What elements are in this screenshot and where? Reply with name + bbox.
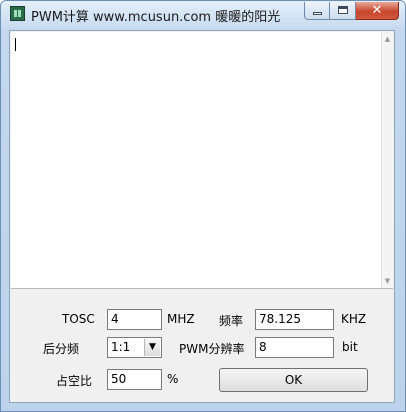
ok-button[interactable]: OK bbox=[219, 368, 368, 392]
frequency-label: 频率 bbox=[219, 314, 244, 328]
minimize-button[interactable] bbox=[304, 2, 330, 20]
duty-cycle-input[interactable]: 50 bbox=[107, 369, 162, 390]
scroll-down-icon[interactable]: ▼ bbox=[382, 274, 393, 288]
app-window: PWM计算 www.mcusun.com 暖暖的阳光 ✕ ▲ ▼ TOSC 4 … bbox=[0, 0, 406, 412]
maximize-button[interactable] bbox=[330, 2, 356, 20]
pwm-resolution-unit-label: bit bbox=[342, 340, 358, 354]
minimize-icon bbox=[313, 12, 322, 15]
frequency-input[interactable]: 78.125 bbox=[255, 309, 334, 330]
duty-cycle-label: 占空比 bbox=[56, 374, 93, 388]
postscale-label: 后分频 bbox=[43, 342, 80, 356]
chevron-down-icon[interactable]: ▼ bbox=[144, 339, 160, 356]
vertical-scrollbar[interactable]: ▲ ▼ bbox=[381, 32, 393, 288]
caption-buttons: ✕ bbox=[304, 2, 399, 20]
pwm-resolution-label: PWM分辨率 bbox=[179, 342, 245, 356]
close-button[interactable]: ✕ bbox=[356, 2, 399, 20]
scroll-up-icon[interactable]: ▲ bbox=[382, 32, 393, 46]
postscale-select[interactable]: 1:1 ▼ bbox=[107, 337, 162, 358]
tosc-label: TOSC bbox=[62, 312, 95, 326]
pwm-resolution-input[interactable]: 8 bbox=[255, 337, 334, 358]
maximize-icon bbox=[338, 6, 348, 14]
duty-cycle-unit-label: % bbox=[167, 372, 179, 386]
client-area: ▲ ▼ TOSC 4 MHZ 频率 78.125 KHZ 后分频 1:1 ▼ P… bbox=[9, 30, 395, 403]
app-icon[interactable] bbox=[10, 6, 25, 21]
close-icon: ✕ bbox=[371, 3, 383, 18]
postscale-selected-value: 1:1 bbox=[111, 340, 131, 354]
title-bar[interactable]: PWM计算 www.mcusun.com 暖暖的阳光 ✕ bbox=[1, 1, 405, 27]
output-textarea[interactable]: ▲ ▼ bbox=[11, 32, 393, 289]
text-caret bbox=[15, 38, 16, 51]
tosc-unit-label: MHZ bbox=[167, 312, 195, 326]
window-title: PWM计算 www.mcusun.com 暖暖的阳光 bbox=[31, 10, 281, 25]
frequency-unit-label: KHZ bbox=[341, 312, 367, 326]
tosc-input[interactable]: 4 bbox=[107, 309, 162, 330]
